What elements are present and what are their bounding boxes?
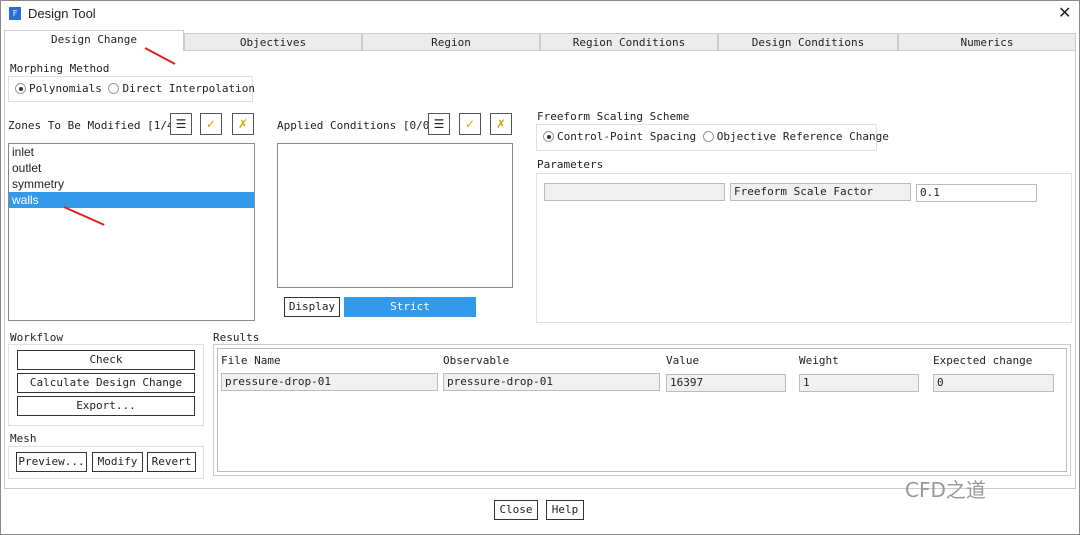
mesh-label: Mesh: [10, 432, 37, 445]
header-file-name: File Name: [221, 354, 281, 367]
header-value: Value: [666, 354, 700, 367]
applied-list[interactable]: [277, 143, 513, 288]
observable-field: pressure-drop-01: [443, 373, 660, 391]
expected-change-field[interactable]: 0: [933, 374, 1054, 392]
list-options-icon[interactable]: ☰: [428, 113, 450, 135]
radio-control-point-spacing[interactable]: Control-Point Spacing: [543, 130, 696, 143]
header-observable: Observable: [443, 354, 510, 367]
tab-objectives[interactable]: Objectives: [184, 33, 362, 51]
applied-label: Applied Conditions [0/0]: [277, 119, 436, 132]
freeform-label: Freeform Scaling Scheme: [537, 110, 690, 123]
workflow-label: Workflow: [10, 331, 63, 344]
deselect-all-icon[interactable]: ✗: [490, 113, 512, 135]
parameters-label: Parameters: [537, 158, 604, 171]
app-icon: F: [9, 7, 21, 20]
export-button[interactable]: Export...: [17, 396, 195, 416]
parameter-blank-field: [544, 183, 725, 201]
select-all-icon[interactable]: ✓: [459, 113, 481, 135]
list-item[interactable]: inlet: [9, 144, 254, 160]
strict-conditions-button[interactable]: Strict Conditions...: [344, 297, 476, 331]
freeform-scale-factor-input[interactable]: 0.1: [916, 184, 1037, 202]
tab-region-conditions[interactable]: Region Conditions: [540, 33, 718, 51]
weight-field[interactable]: 1: [799, 374, 919, 392]
tab-numerics[interactable]: Numerics: [898, 33, 1076, 51]
select-all-icon[interactable]: ✓: [200, 113, 222, 135]
help-button[interactable]: Help: [546, 500, 584, 520]
zones-list[interactable]: inlet outlet symmetry walls: [8, 143, 255, 321]
list-item[interactable]: walls: [9, 192, 254, 208]
preview-button[interactable]: Preview...: [16, 452, 87, 472]
radio-label: Direct Interpolation: [122, 82, 255, 95]
revert-button[interactable]: Revert: [147, 452, 196, 472]
tab-design-conditions[interactable]: Design Conditions: [718, 33, 898, 51]
close-icon[interactable]: ✕: [1058, 3, 1071, 22]
header-expected-change: Expected change: [933, 354, 1033, 367]
results-label: Results: [213, 331, 260, 344]
radio-direct-interpolation[interactable]: Direct Interpolation: [108, 82, 255, 95]
zones-label: Zones To Be Modified [1/4]: [8, 119, 181, 132]
list-item[interactable]: outlet: [9, 160, 254, 176]
close-button[interactable]: Close: [494, 500, 538, 520]
watermark: CFD之道: [905, 478, 986, 502]
radio-polynomials[interactable]: Polynomials: [15, 82, 102, 95]
list-item[interactable]: symmetry: [9, 176, 254, 192]
display-button[interactable]: Display: [284, 297, 340, 317]
header-weight: Weight: [799, 354, 839, 367]
radio-label: Polynomials: [29, 82, 102, 95]
window-title: Design Tool: [28, 6, 96, 21]
radio-label: Objective Reference Change: [716, 130, 889, 143]
deselect-all-icon[interactable]: ✗: [232, 113, 254, 135]
calculate-design-change-button[interactable]: Calculate Design Change: [17, 373, 195, 393]
value-field: 16397: [666, 374, 786, 392]
check-button[interactable]: Check: [17, 350, 195, 370]
list-options-icon[interactable]: ☰: [170, 113, 192, 135]
tab-design-change[interactable]: Design Change: [4, 30, 184, 52]
modify-button[interactable]: Modify: [92, 452, 143, 472]
tab-region[interactable]: Region: [362, 33, 540, 51]
morphing-label: Morphing Method: [10, 62, 110, 75]
parameter-name: Freeform Scale Factor: [730, 183, 911, 201]
radio-objective-reference-change[interactable]: Objective Reference Change: [702, 130, 889, 143]
file-name-field: pressure-drop-01: [221, 373, 438, 391]
radio-label: Control-Point Spacing: [557, 130, 697, 143]
